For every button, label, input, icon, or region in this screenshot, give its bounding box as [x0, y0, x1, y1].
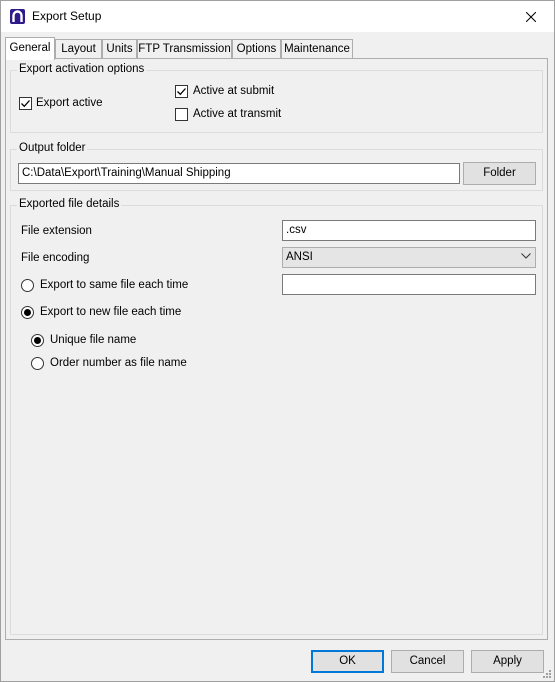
- export-active-checkbox[interactable]: [19, 97, 32, 110]
- export-activation-group-label: Export activation options: [17, 63, 147, 75]
- ok-button[interactable]: OK: [311, 650, 384, 673]
- file-encoding-label: File encoding: [21, 252, 90, 264]
- file-encoding-select[interactable]: ANSI: [282, 247, 536, 268]
- file-extension-input[interactable]: .csv: [282, 220, 536, 241]
- order-number-file-name-radio[interactable]: [31, 357, 44, 370]
- cancel-button-label: Cancel: [409, 655, 446, 667]
- unique-file-name-radio[interactable]: [31, 334, 44, 347]
- tab-units[interactable]: Units: [102, 39, 137, 58]
- export-same-file-label[interactable]: Export to same file each time: [40, 279, 188, 291]
- output-folder-group-label: Output folder: [17, 142, 88, 154]
- output-folder-input[interactable]: C:\Data\Export\Training\Manual Shipping: [18, 163, 460, 184]
- apply-button[interactable]: Apply: [471, 650, 544, 673]
- active-at-transmit-label[interactable]: Active at transmit: [193, 108, 281, 120]
- tab-general[interactable]: General: [5, 37, 55, 60]
- export-active-label[interactable]: Export active: [36, 97, 102, 109]
- export-new-file-radio[interactable]: [21, 306, 34, 319]
- file-extension-label: File extension: [21, 225, 92, 237]
- export-same-file-radio[interactable]: [21, 279, 34, 292]
- title-bar[interactable]: Export Setup: [1, 1, 554, 32]
- tab-layout[interactable]: Layout: [55, 39, 102, 58]
- export-new-file-label[interactable]: Export to new file each time: [40, 306, 181, 318]
- radio-selected-dot: [24, 309, 31, 316]
- general-tab-panel: Export activation options Export active …: [5, 58, 548, 640]
- same-file-name-input[interactable]: [282, 274, 536, 295]
- checkmark-icon: [21, 100, 30, 108]
- export-activation-group: Export activation options Export active …: [10, 63, 543, 133]
- tab-maintenance[interactable]: Maintenance: [281, 39, 353, 58]
- export-setup-window: Export Setup General Layout Units FTP Tr…: [0, 0, 555, 682]
- chevron-down-icon: [521, 253, 531, 259]
- ok-button-label: OK: [339, 655, 356, 667]
- unique-file-name-label[interactable]: Unique file name: [50, 334, 136, 346]
- close-icon: [526, 11, 536, 22]
- active-at-submit-label[interactable]: Active at submit: [193, 85, 274, 97]
- exported-file-details-group: Exported file details File extension .cs…: [10, 198, 543, 635]
- tab-ftp-transmission[interactable]: FTP Transmission: [137, 39, 232, 58]
- app-icon: [10, 9, 25, 24]
- folder-button[interactable]: Folder: [463, 162, 536, 185]
- apply-button-label: Apply: [493, 655, 522, 667]
- active-at-submit-checkbox[interactable]: [175, 85, 188, 98]
- window-title: Export Setup: [32, 9, 102, 23]
- active-at-transmit-checkbox[interactable]: [175, 108, 188, 121]
- checkmark-icon: [177, 88, 186, 96]
- resize-grip-icon[interactable]: [542, 669, 552, 679]
- file-encoding-value: ANSI: [286, 251, 313, 263]
- folder-button-label: Folder: [483, 167, 516, 179]
- radio-selected-dot: [34, 337, 41, 344]
- order-number-file-name-label[interactable]: Order number as file name: [50, 357, 187, 369]
- tab-options[interactable]: Options: [232, 39, 281, 58]
- exported-file-details-group-label: Exported file details: [17, 198, 122, 210]
- output-folder-group: Output folder C:\Data\Export\Training\Ma…: [10, 142, 543, 191]
- close-button[interactable]: [508, 1, 554, 32]
- cancel-button[interactable]: Cancel: [391, 650, 464, 673]
